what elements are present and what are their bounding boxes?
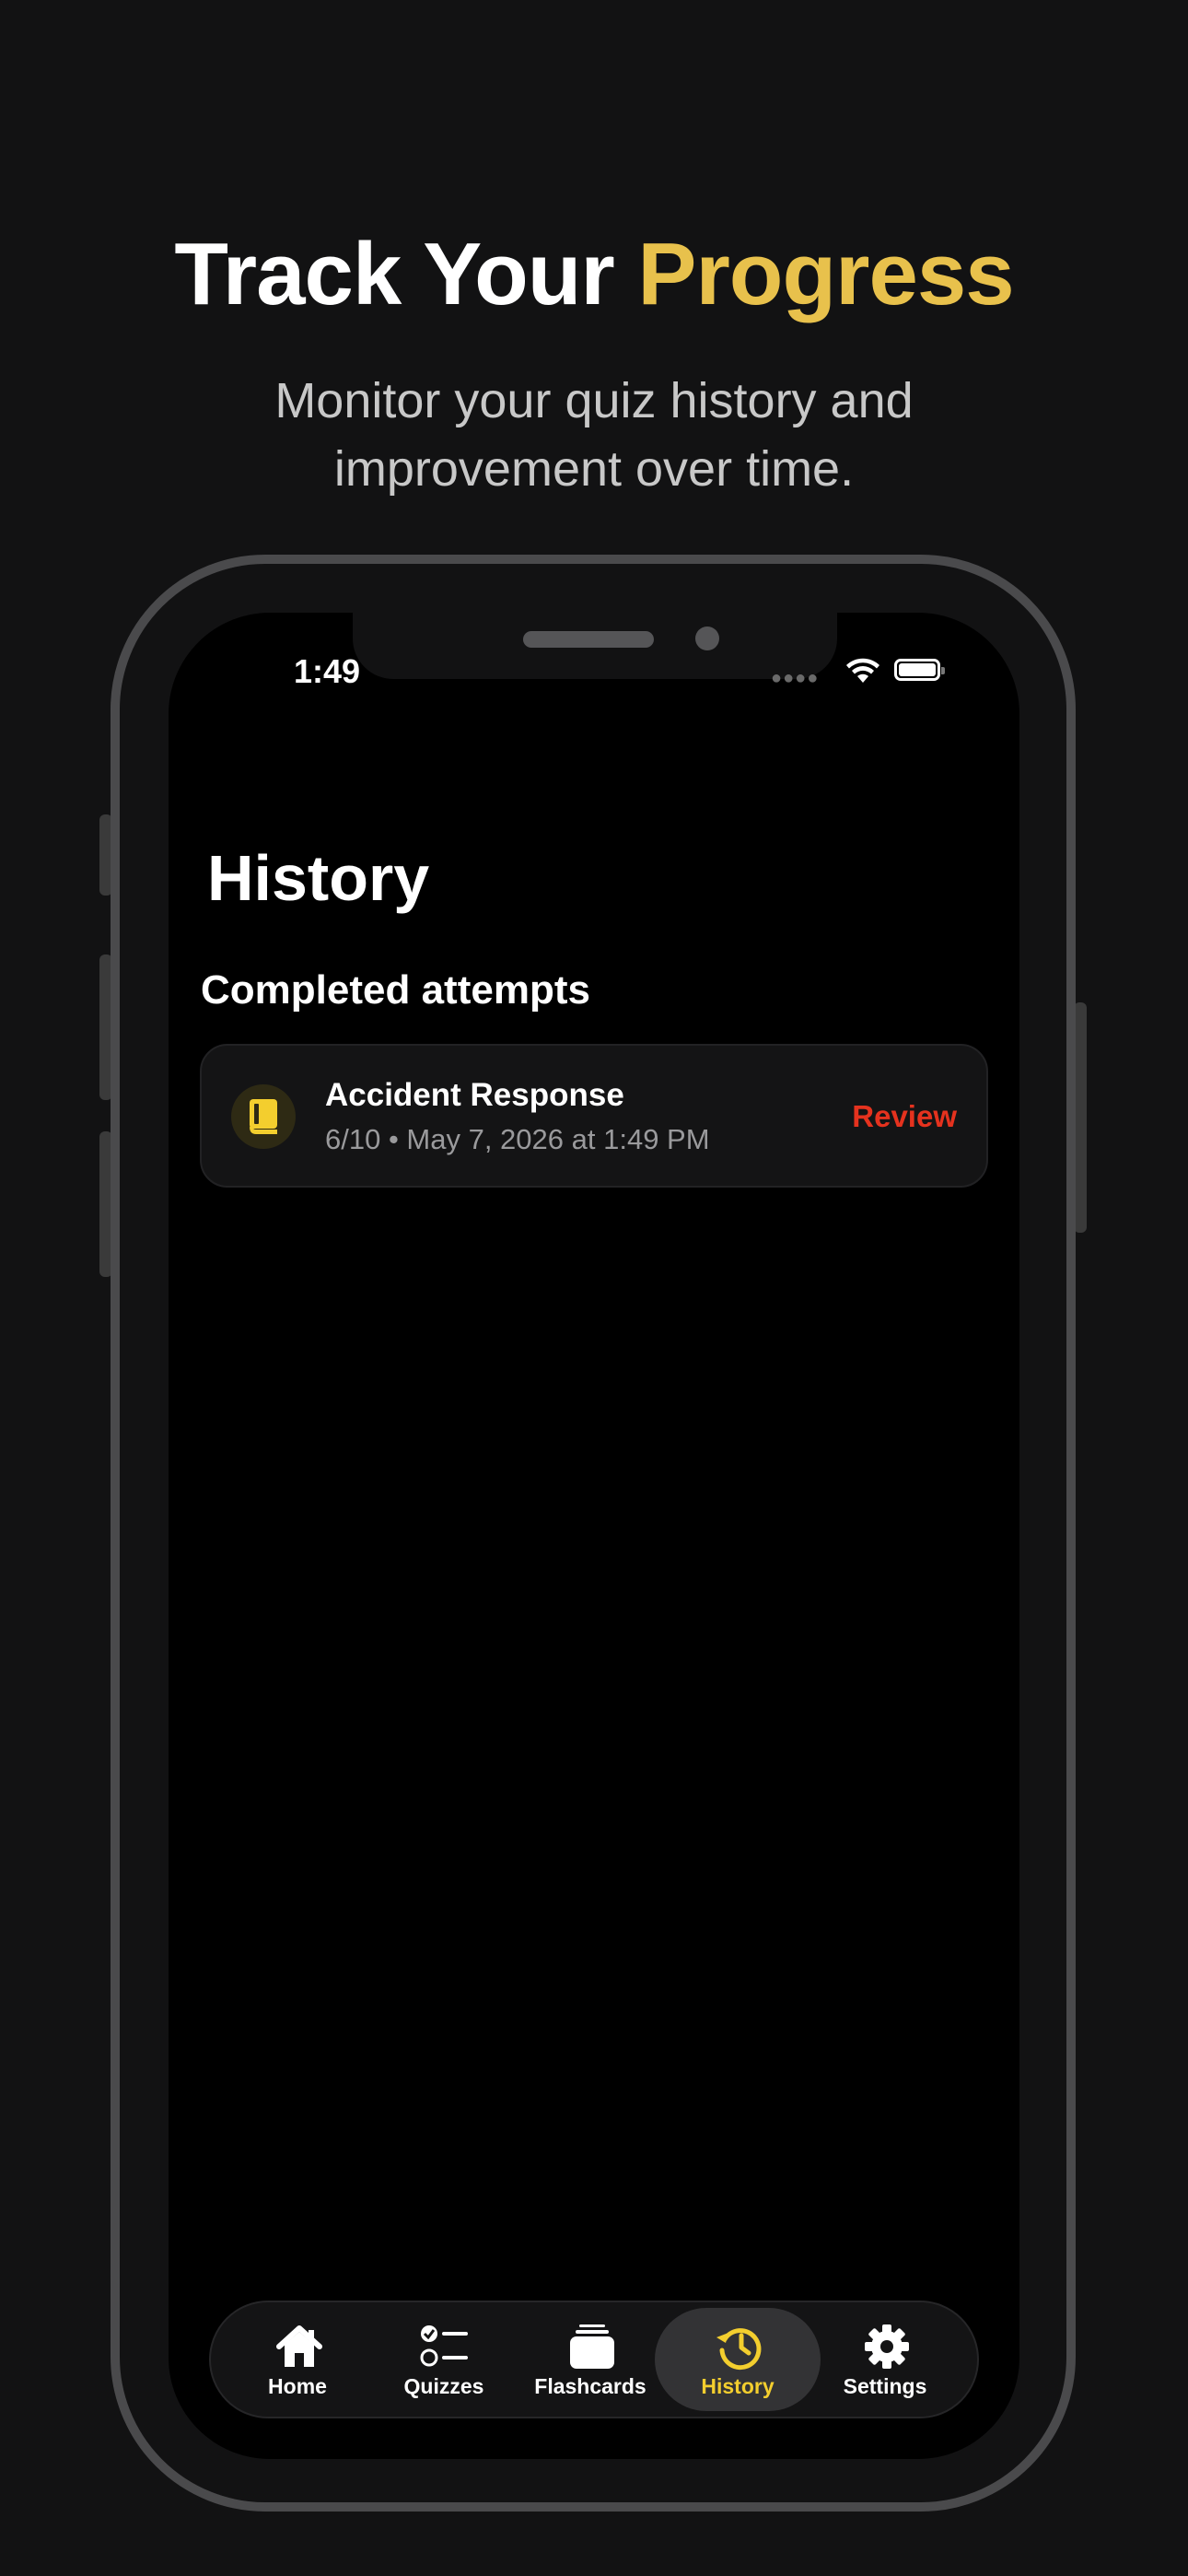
tab-flashcards[interactable]: Flashcards	[507, 2308, 673, 2411]
status-time: 1:49	[294, 652, 361, 690]
gear-icon	[865, 2324, 909, 2369]
marketing-headline: Track Your Progress	[0, 219, 1188, 330]
headline-text: Track Your	[174, 225, 638, 323]
checklist-icon	[420, 2325, 468, 2367]
tab-history[interactable]: History	[655, 2308, 821, 2411]
tab-quizzes[interactable]: Quizzes	[361, 2308, 527, 2411]
battery-icon	[894, 659, 945, 681]
section-title: Completed attempts	[201, 967, 590, 1013]
speaker-grille	[523, 631, 654, 648]
attempt-title: Accident Response	[325, 1077, 624, 1113]
review-button[interactable]: Review	[852, 1099, 957, 1134]
tab-flashcards-label: Flashcards	[534, 2374, 646, 2398]
headline-accent-text: Progress	[637, 225, 1014, 323]
marketing-subtitle: Monitor your quiz history and improvemen…	[226, 367, 962, 503]
history-clock-icon	[716, 2328, 762, 2371]
cards-stack-icon	[570, 2324, 614, 2369]
tab-settings[interactable]: Settings	[802, 2308, 968, 2411]
house-icon	[276, 2325, 322, 2367]
tab-quizzes-label: Quizzes	[403, 2374, 484, 2398]
cellular-signal-icon: ●●●●	[771, 668, 820, 688]
phone-power-button	[1074, 1002, 1087, 1233]
attempt-card[interactable]: Accident Response 6/10 • May 7, 2026 at …	[200, 1044, 988, 1188]
phone-screen: 1:49 ●●●● History Completed attempts Acc…	[169, 613, 1019, 2459]
subtitle-line-2: improvement over time.	[333, 441, 855, 497]
tab-home[interactable]: Home	[215, 2308, 380, 2411]
front-camera	[695, 626, 719, 650]
wifi-icon	[846, 658, 879, 683]
page-title: History	[207, 842, 430, 914]
notch	[353, 613, 837, 679]
attempt-meta: 6/10 • May 7, 2026 at 1:49 PM	[325, 1123, 710, 1155]
tab-settings-label: Settings	[843, 2374, 927, 2398]
tab-home-label: Home	[268, 2374, 327, 2398]
book-icon	[231, 1084, 296, 1149]
subtitle-line-1: Monitor your quiz history and	[274, 373, 914, 428]
tab-history-label: History	[701, 2374, 775, 2398]
tab-bar: Home Quizzes Flashcards History Settings	[209, 2301, 979, 2418]
